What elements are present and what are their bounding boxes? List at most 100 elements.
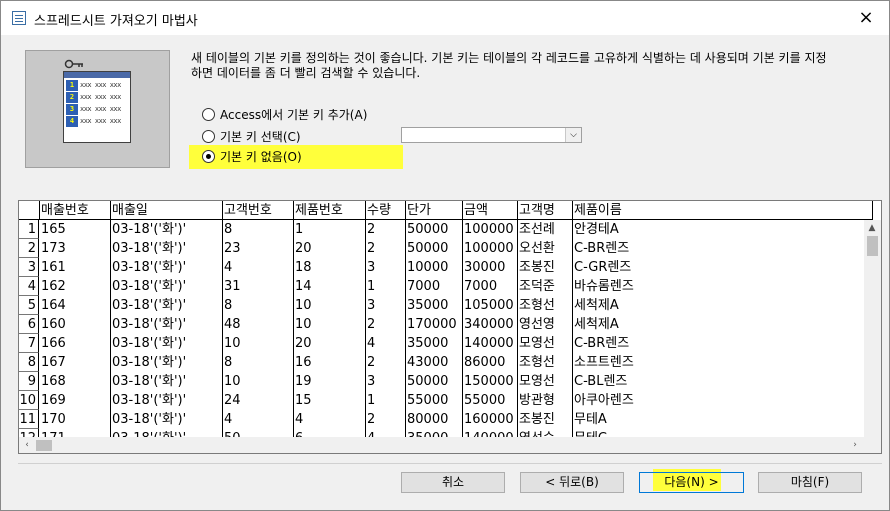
option-no-key[interactable]: 기본 키 없음(O) — [202, 147, 302, 165]
finish-button[interactable]: 마침(F) — [758, 472, 862, 493]
table-cell: 2 — [366, 315, 406, 334]
next-button[interactable]: 다음(N) > — [639, 472, 744, 493]
table-cell: C-GR렌즈 — [573, 258, 873, 277]
radio-button[interactable] — [202, 129, 215, 143]
column-header[interactable]: 매출일 — [111, 201, 223, 220]
close-button[interactable]: × — [843, 1, 889, 35]
table-cell: 2 — [366, 220, 406, 239]
illustration-row: 1 xxx xxx xxx — [64, 80, 130, 91]
chevron-down-icon[interactable]: ⌵ — [565, 128, 581, 142]
table-cell: 167 — [40, 353, 111, 372]
vertical-scrollbar[interactable]: ▲ — [864, 220, 881, 437]
row-number[interactable]: 10 — [19, 391, 39, 410]
table-cell: 조봉진 — [518, 258, 573, 277]
table-cell: 4 — [223, 410, 294, 429]
table-cell: 23 — [223, 239, 294, 258]
table-cell: 03-18'('화')' — [111, 315, 223, 334]
option-choose-key[interactable]: 기본 키 선택(C) — [202, 127, 301, 145]
row-number[interactable]: 8 — [19, 353, 39, 372]
table-cell: 영선영 — [518, 315, 573, 334]
horizontal-scroll-thumb[interactable] — [36, 440, 52, 451]
table-cell: 3 — [366, 296, 406, 315]
cancel-button[interactable]: 취소 — [401, 472, 505, 493]
column-header[interactable]: 고객번호 — [223, 201, 294, 220]
table-cell: 7000 — [463, 277, 518, 296]
table-cell: 10 — [223, 334, 294, 353]
option-label: 기본 키 선택(C) — [220, 129, 301, 144]
table-cell: 1 — [366, 277, 406, 296]
column-header[interactable]: 제품이름 — [573, 201, 873, 220]
table-cell: 03-18'('화')' — [111, 410, 223, 429]
scroll-left-icon[interactable]: ‹ — [19, 437, 35, 453]
horizontal-scrollbar[interactable]: ‹ › — [19, 437, 881, 453]
table-cell: 161 — [40, 258, 111, 277]
table-cell: 03-18'('화')' — [111, 353, 223, 372]
row-number[interactable]: 9 — [19, 372, 39, 391]
row-number[interactable]: 11 — [19, 410, 39, 429]
table-cell: 1 — [294, 220, 366, 239]
table-cell: 48 — [223, 315, 294, 334]
grid-corner — [19, 201, 40, 220]
column-header[interactable]: 금액 — [463, 201, 518, 220]
scroll-up-icon[interactable]: ▲ — [864, 220, 880, 237]
row-number[interactable]: 2 — [19, 239, 39, 258]
table-cell: 세척제A — [573, 296, 873, 315]
row-number[interactable]: 6 — [19, 315, 39, 334]
table-cell: 31 — [223, 277, 294, 296]
table-cell: 170000 — [406, 315, 463, 334]
option-label: Access에서 기본 키 추가(A) — [220, 107, 368, 122]
back-button[interactable]: < 뒤로(B) — [520, 472, 624, 493]
option-access-add-key[interactable]: Access에서 기본 키 추가(A) — [202, 105, 367, 123]
illustration-row: 3 xxx xxx xxx — [64, 104, 130, 115]
illustration-row: 2 xxx xxx xxx — [64, 92, 130, 103]
illustration-table: 1 xxx xxx xxx 2 xxx xxx xxx 3 xxx xxx xx… — [63, 71, 131, 143]
row-number[interactable]: 3 — [19, 258, 39, 277]
table-cell: 03-18'('화')' — [111, 296, 223, 315]
illustration-row-cells: xxx xxx xxx — [80, 81, 121, 89]
table-cell: 100000 — [463, 220, 518, 239]
table-cell: 10000 — [406, 258, 463, 277]
table-cell: 55000 — [406, 391, 463, 410]
column-header[interactable]: 제품번호 — [294, 201, 366, 220]
table-cell: 170 — [40, 410, 111, 429]
data-preview-grid[interactable]: 매출번호 매출일 고객번호 제품번호 수량 단가 금액 고객명 제품이름 1 165 03-18'('… — [18, 200, 882, 454]
column-header[interactable]: 매출번호 — [40, 201, 111, 220]
table-cell: 3 — [366, 372, 406, 391]
table-cell: 10 — [294, 296, 366, 315]
column-header[interactable]: 단가 — [406, 201, 463, 220]
table-cell: 43000 — [406, 353, 463, 372]
table-cell: 03-18'('화')' — [111, 391, 223, 410]
row-number[interactable]: 7 — [19, 334, 39, 353]
radio-button-selected[interactable] — [202, 149, 215, 163]
table-cell: 1 — [366, 391, 406, 410]
table-cell: 10 — [223, 372, 294, 391]
row-number[interactable]: 4 — [19, 277, 39, 296]
vertical-scroll-thumb[interactable] — [867, 236, 878, 256]
row-number[interactable]: 5 — [19, 296, 39, 315]
key-field-combo[interactable]: ⌵ — [401, 127, 582, 143]
illustration-table-header — [64, 72, 130, 78]
radio-button[interactable] — [202, 107, 215, 121]
table-cell: 2 — [366, 353, 406, 372]
table-cell: 03-18'('화')' — [111, 239, 223, 258]
table-cell: 조봉진 — [518, 410, 573, 429]
table-cell: 2 — [366, 410, 406, 429]
table-cell: 소프트렌즈 — [573, 353, 873, 372]
illustration-row-cells: xxx xxx xxx — [80, 117, 121, 125]
column-header[interactable]: 고객명 — [518, 201, 573, 220]
window-title: 스프레드시트 가져오기 마법사 — [34, 14, 198, 29]
table-cell: 18 — [294, 258, 366, 277]
footer-separator — [18, 463, 882, 464]
table-cell: 35000 — [406, 334, 463, 353]
illustration-row-number: 2 — [66, 92, 78, 103]
table-cell: 173 — [40, 239, 111, 258]
scroll-right-icon[interactable]: › — [847, 437, 863, 453]
table-cell: 조선례 — [518, 220, 573, 239]
table-cell: 바슈롬렌즈 — [573, 277, 873, 296]
column-header[interactable]: 수량 — [366, 201, 406, 220]
title-bar: 스프레드시트 가져오기 마법사 × — [1, 1, 889, 35]
table-cell: 164 — [40, 296, 111, 315]
table-cell: 03-18'('화')' — [111, 277, 223, 296]
table-cell: 무테A — [573, 410, 873, 429]
row-number[interactable]: 1 — [19, 220, 39, 239]
